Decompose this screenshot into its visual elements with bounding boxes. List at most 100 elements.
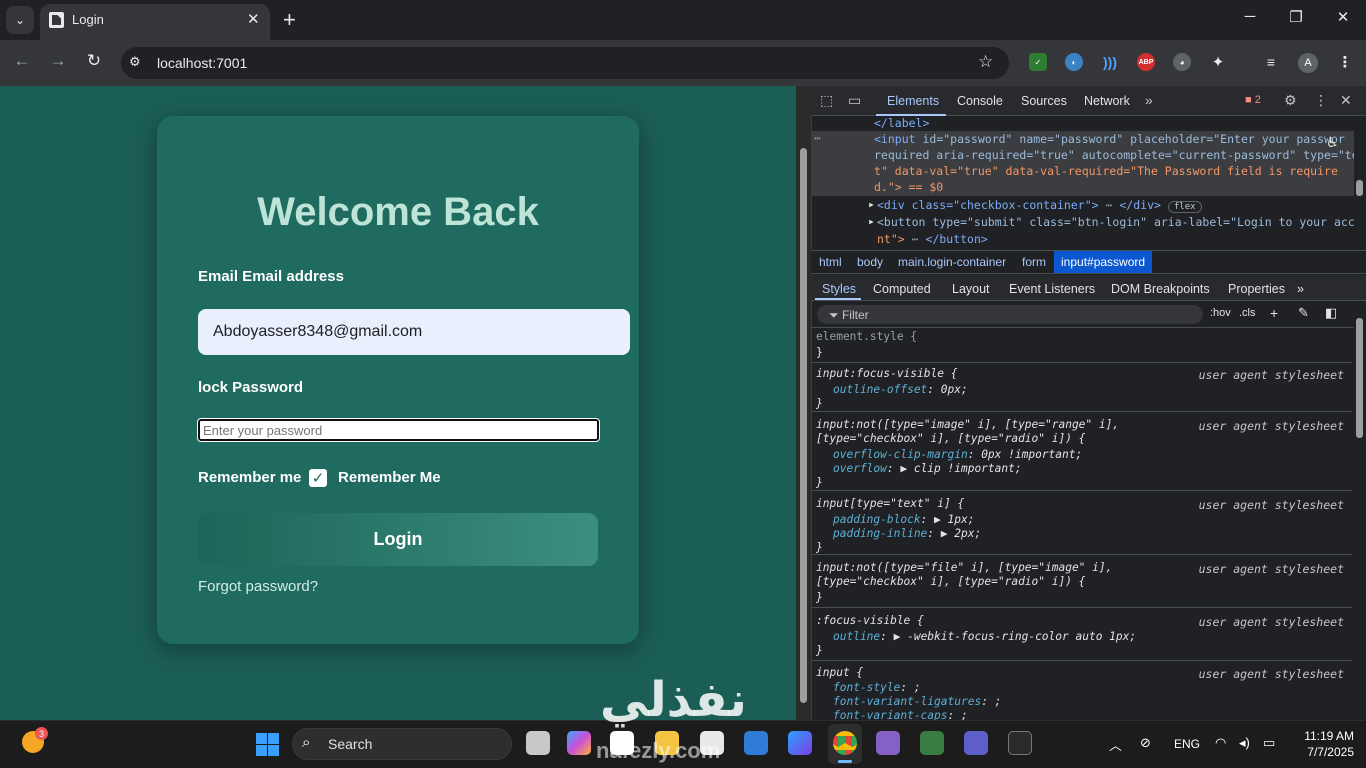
translate-extension-icon[interactable]: ◐ [1065,53,1083,71]
rule-declaration[interactable]: padding-block: ▶ 1px; [833,513,974,526]
forward-arrow-icon[interactable]: → [46,51,70,71]
hover-state-toggle[interactable]: :hov [1210,307,1231,319]
m365-icon[interactable] [788,731,812,755]
shield-extension-icon[interactable]: ✓ [1029,53,1047,71]
tab-network[interactable]: Network [1084,94,1130,108]
rule-selector[interactable]: input { [816,666,863,679]
breadcrumb-input-password[interactable]: input#password [1061,255,1145,269]
tray-overflow-chevron-icon[interactable]: ︿ [1109,735,1122,754]
tab-computed[interactable]: Computed [873,282,931,296]
tab-event-listeners[interactable]: Event Listeners [1009,282,1095,296]
rule-declaration[interactable]: outline: ▶ -webkit-focus-ring-color auto… [833,630,1136,643]
new-tab-button[interactable]: + [283,7,296,33]
breadcrumb-body[interactable]: body [857,255,883,269]
devtools-menu-icon[interactable]: ⋮ [1314,92,1328,109]
page-scrollbar-thumb[interactable] [800,148,807,703]
copilot-icon[interactable] [567,731,591,755]
network-off-icon[interactable]: ⊘ [1140,735,1151,751]
rule-selector-cont[interactable]: [type="checkbox" i], [type="radio" i]) { [816,575,1085,588]
rule-selector[interactable]: input:not([type="image" i], [type="range… [816,418,1119,431]
window-maximize-button[interactable]: ❐ [1284,8,1308,26]
teams-icon[interactable] [964,731,988,755]
rule-selector[interactable]: input:focus-visible { [816,367,957,380]
media-control-icon[interactable]: ≡ [1262,53,1280,71]
adblock-plus-icon[interactable]: ABP [1137,53,1155,71]
device-toolbar-icon[interactable]: ▭ [848,92,861,109]
reload-icon[interactable]: ↻ [82,51,106,71]
rule-declaration[interactable]: font-style: ; [833,681,921,694]
dom-line[interactable]: d."> == $0 [874,180,943,194]
styles-filter-input[interactable] [817,305,1203,324]
dom-ellipsis-icon[interactable]: ⋯ [814,131,821,145]
forgot-password-link[interactable]: Forgot password? [198,578,318,595]
settings-gear-icon[interactable]: ⚙ [1284,92,1297,109]
window-close-button[interactable]: ✕ [1331,8,1355,26]
rule-selector[interactable]: element.style { [816,330,917,343]
terminal-icon[interactable] [1008,731,1032,755]
tab-sources[interactable]: Sources [1021,94,1067,108]
tab-elements[interactable]: Elements [887,94,939,108]
tab-layout[interactable]: Layout [952,282,990,296]
rule-declaration[interactable]: outline-offset: 0px; [833,383,968,396]
bookmark-star-icon[interactable]: ☆ [978,52,993,72]
taskbar-search-box[interactable] [292,728,512,760]
email-field[interactable] [198,309,630,355]
remember-me-checkbox-label[interactable]: Remember Me [338,469,441,486]
code-editor-icon[interactable] [920,731,944,755]
battery-icon[interactable]: ▭ [1263,735,1275,751]
dom-expand-triangle-icon[interactable]: ▸ [868,197,875,211]
window-minimize-button[interactable]: ─ [1238,8,1262,25]
outlook-icon[interactable] [744,731,768,755]
breadcrumb-form[interactable]: form [1022,255,1046,269]
address-bar[interactable] [121,47,1009,79]
clock-date[interactable]: 7/7/2025 [1292,745,1354,759]
visual-studio-icon[interactable] [876,731,900,755]
filter-input-text[interactable]: ⏷ Filter [829,308,869,323]
volume-icon[interactable]: ◂) [1239,735,1250,751]
breadcrumb-main[interactable]: main.login-container [898,255,1006,269]
browser-menu-icon[interactable]: ⋮ [1336,53,1354,71]
dom-tree-scrollbar-thumb[interactable] [1356,180,1363,196]
profile-avatar[interactable]: A [1298,53,1318,73]
back-arrow-icon[interactable]: ← [10,51,34,71]
new-rule-plus-icon[interactable]: + [1270,305,1278,321]
rule-selector-cont[interactable]: [type="checkbox" i], [type="radio" i]) { [816,432,1085,445]
rule-declaration[interactable]: overflow: ▶ clip !important; [833,462,1022,475]
accessibility-icon[interactable]: ♿ [1326,134,1340,150]
devtools-close-icon[interactable]: ✕ [1340,92,1352,109]
breadcrumb-html[interactable]: html [819,255,842,269]
chrome-icon[interactable] [833,731,857,755]
paint-brush-icon[interactable]: ✎ [1298,305,1309,321]
tab-dom-breakpoints[interactable]: DOM Breakpoints [1111,282,1210,296]
input-language[interactable]: ENG [1174,737,1200,751]
inspect-element-icon[interactable]: ⬚ [820,92,833,109]
windows-start-icon[interactable] [256,733,279,756]
styles-scrollbar-thumb[interactable] [1356,318,1363,438]
audio-extension-icon[interactable]: ))) [1101,53,1119,71]
extensions-puzzle-icon[interactable]: ✦ [1209,53,1227,71]
more-panels-chevron-icon[interactable]: » [1297,282,1304,296]
tab-search-chevron-icon[interactable]: ⌄ [6,6,34,34]
dom-line[interactable]: nt"> ⋯ </button> [877,232,988,246]
rule-declaration[interactable]: font-variant-ligatures: ; [833,695,1001,708]
dom-line[interactable]: required aria-required="true" autocomple… [874,148,1355,162]
rule-declaration[interactable]: padding-inline: ▶ 2px; [833,527,981,540]
class-toggle[interactable]: .cls [1239,307,1256,319]
dom-expand-triangle-icon[interactable]: ▸ [868,214,875,228]
more-tabs-chevron-icon[interactable]: » [1145,92,1153,108]
site-info-icon[interactable]: ⚙ [129,54,141,70]
login-button[interactable]: Login [198,513,598,566]
dom-line[interactable]: t" data-val="true" data-val-required="Th… [874,164,1338,178]
remember-me-checkbox[interactable]: ✓ [309,469,327,487]
rule-declaration[interactable]: overflow-clip-margin: 0px !important; [833,448,1082,461]
dom-line[interactable]: <button type="submit" class="btn-login" … [877,215,1355,229]
rule-selector[interactable]: input[type="text" i] { [816,497,964,510]
dom-line-selected[interactable]: <input id="password" name="password" pla… [874,132,1345,146]
task-view-icon[interactable] [526,731,550,755]
rule-selector[interactable]: :focus-visible { [816,614,924,627]
rule-declaration[interactable]: font-variant-caps: ; [833,709,968,720]
clock-time[interactable]: 11:19 AM [1292,729,1354,743]
tab-properties[interactable]: Properties [1228,282,1285,296]
extension-icon[interactable]: ◕ [1173,53,1191,71]
tab-close-icon[interactable]: ✕ [247,10,260,28]
